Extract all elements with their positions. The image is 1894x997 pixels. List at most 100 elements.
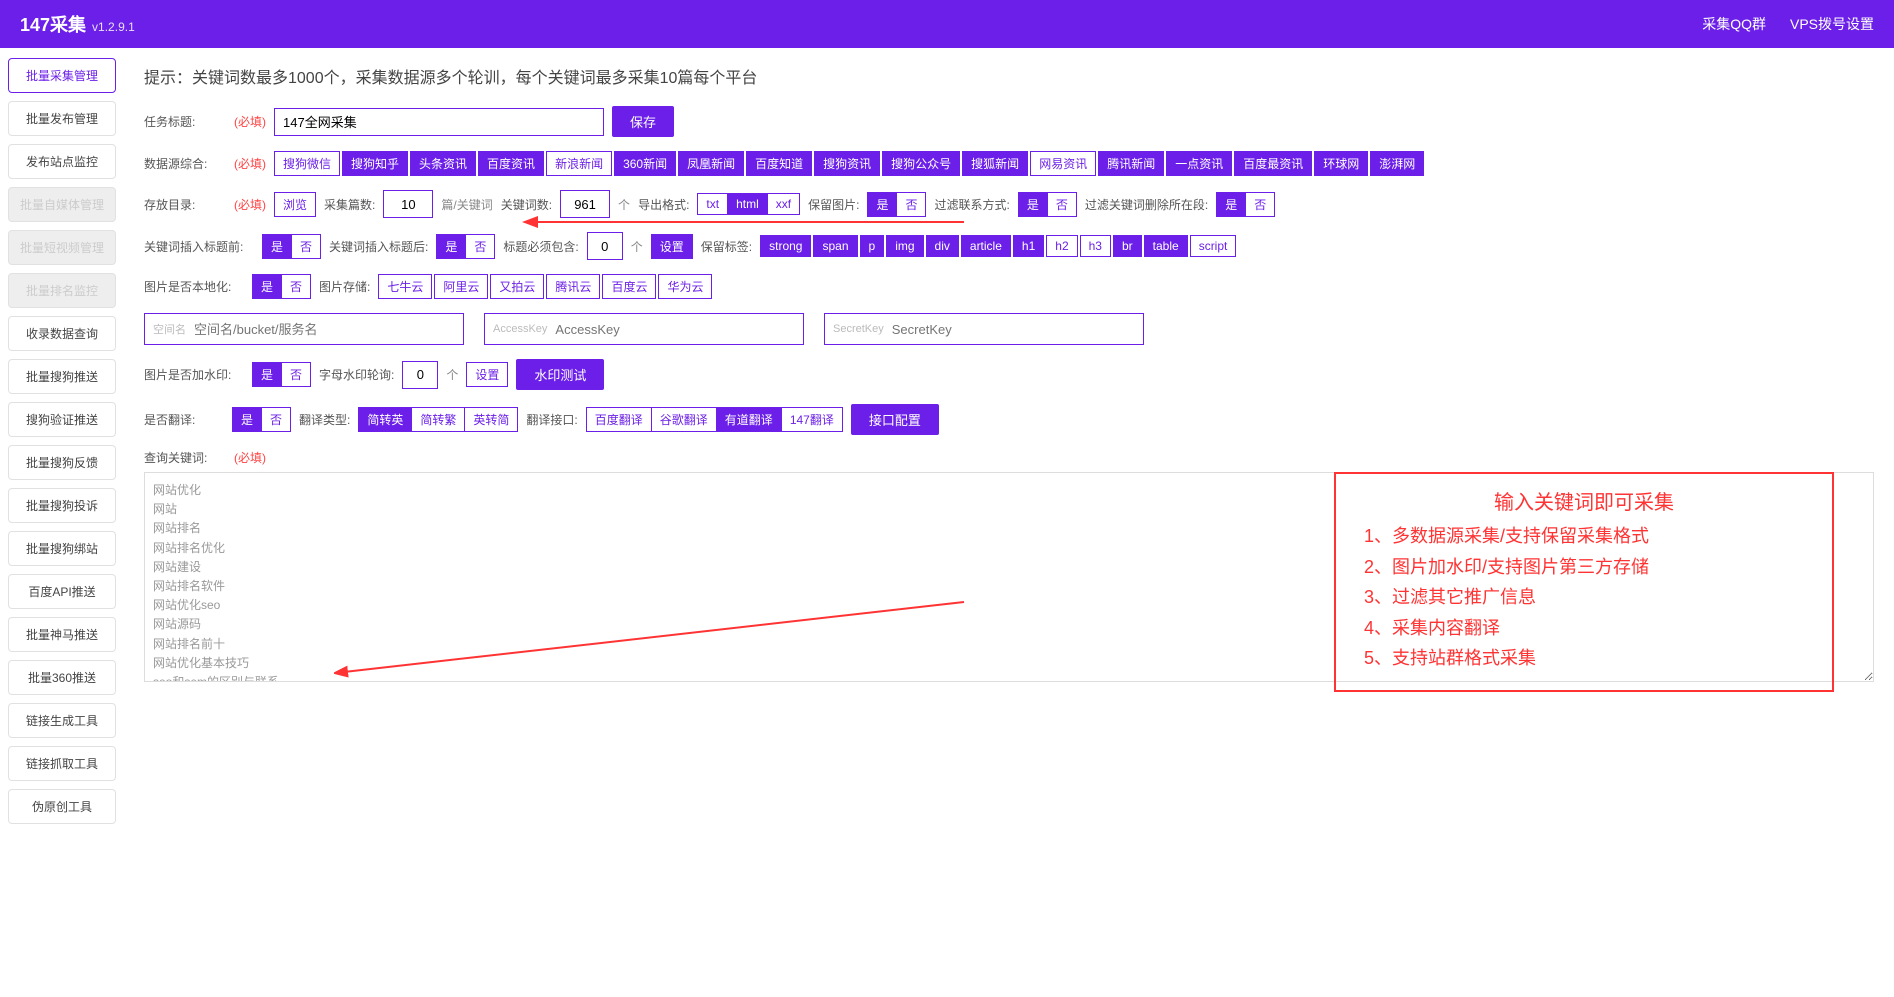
translate-api-opt-1[interactable]: 谷歌翻译 bbox=[651, 407, 716, 432]
source-tag-7[interactable]: 百度知道 bbox=[746, 151, 812, 176]
cloud-opt-2[interactable]: 又拍云 bbox=[490, 274, 544, 299]
main-panel: 提示：关键词数最多1000个，采集数据源多个轮训，每个关键词最多采集10篇每个平… bbox=[124, 48, 1894, 834]
source-tag-6[interactable]: 凤凰新闻 bbox=[678, 151, 744, 176]
sidebar-item-9[interactable]: 批量搜狗反馈 bbox=[8, 445, 116, 480]
keep-img-opt-0[interactable]: 是 bbox=[867, 192, 896, 217]
source-tag-11[interactable]: 网易资讯 bbox=[1030, 151, 1096, 176]
sidebar-item-16[interactable]: 链接抓取工具 bbox=[8, 746, 116, 781]
sidebar-item-13[interactable]: 批量神马推送 bbox=[8, 617, 116, 652]
sidebar-item-2[interactable]: 发布站点监控 bbox=[8, 144, 116, 179]
html-tag-opt-0[interactable]: strong bbox=[760, 235, 811, 257]
html-tag-opt-9[interactable]: br bbox=[1113, 235, 1142, 257]
sidebar-item-12[interactable]: 百度API推送 bbox=[8, 574, 116, 609]
html-tag-opt-7[interactable]: h2 bbox=[1046, 235, 1077, 257]
tags-label: 保留标签: bbox=[701, 238, 752, 255]
count-input[interactable] bbox=[383, 190, 433, 218]
sk-input[interactable] bbox=[892, 322, 1135, 337]
save-button[interactable]: 保存 bbox=[612, 106, 674, 137]
keep-img-opt-1[interactable]: 否 bbox=[896, 192, 926, 217]
translate-api-opt-3[interactable]: 147翻译 bbox=[781, 407, 843, 432]
translate-type-opt-2[interactable]: 英转简 bbox=[464, 407, 518, 432]
source-tag-2[interactable]: 头条资讯 bbox=[410, 151, 476, 176]
img-local-opt-0[interactable]: 是 bbox=[252, 274, 281, 299]
sidebar-item-17[interactable]: 伪原创工具 bbox=[8, 789, 116, 824]
translate-api-opt-0[interactable]: 百度翻译 bbox=[586, 407, 651, 432]
html-tags-group: strongspanpimgdivarticleh1h2h3brtablescr… bbox=[760, 235, 1236, 257]
watermark-opt-0[interactable]: 是 bbox=[252, 362, 281, 387]
sidebar-item-10[interactable]: 批量搜狗投诉 bbox=[8, 488, 116, 523]
translate-api-label: 翻译接口: bbox=[526, 411, 577, 428]
kw-before-opt-0[interactable]: 是 bbox=[262, 234, 291, 259]
must-input[interactable] bbox=[587, 232, 623, 260]
cloud-opt-0[interactable]: 七牛云 bbox=[378, 274, 432, 299]
html-tag-opt-5[interactable]: article bbox=[961, 235, 1011, 257]
html-tag-opt-6[interactable]: h1 bbox=[1013, 235, 1044, 257]
html-tag-opt-11[interactable]: script bbox=[1190, 235, 1237, 257]
kw-after-opt-0[interactable]: 是 bbox=[436, 234, 465, 259]
source-tag-14[interactable]: 百度最资讯 bbox=[1234, 151, 1312, 176]
translate-opt-0[interactable]: 是 bbox=[232, 407, 261, 432]
cloud-opt-5[interactable]: 华为云 bbox=[658, 274, 712, 299]
filter-contact-opt-0[interactable]: 是 bbox=[1018, 192, 1047, 217]
sidebar-item-15[interactable]: 链接生成工具 bbox=[8, 703, 116, 738]
source-tag-1[interactable]: 搜狗知乎 bbox=[342, 151, 408, 176]
must-set-button[interactable]: 设置 bbox=[651, 234, 693, 259]
fmt-opt-2[interactable]: xxf bbox=[767, 193, 800, 215]
kw-count-input[interactable] bbox=[560, 190, 610, 218]
filter-del-opt-0[interactable]: 是 bbox=[1216, 192, 1245, 217]
translate-type-opt-1[interactable]: 简转繁 bbox=[411, 407, 464, 432]
sidebar-item-1[interactable]: 批量发布管理 bbox=[8, 101, 116, 136]
filter-del-opt-1[interactable]: 否 bbox=[1245, 192, 1275, 217]
watermark-test-button[interactable]: 水印测试 bbox=[516, 359, 604, 390]
translate-opt-1[interactable]: 否 bbox=[261, 407, 291, 432]
sidebar-item-14[interactable]: 批量360推送 bbox=[8, 660, 116, 695]
space-input[interactable] bbox=[194, 322, 455, 337]
source-tag-9[interactable]: 搜狗公众号 bbox=[882, 151, 960, 176]
html-tag-opt-8[interactable]: h3 bbox=[1080, 235, 1111, 257]
translate-api-segment: 百度翻译谷歌翻译有道翻译147翻译 bbox=[586, 407, 843, 432]
api-config-button[interactable]: 接口配置 bbox=[851, 404, 939, 435]
translate-type-opt-0[interactable]: 简转英 bbox=[358, 407, 411, 432]
sidebar-item-6[interactable]: 收录数据查询 bbox=[8, 316, 116, 351]
kw-after-opt-1[interactable]: 否 bbox=[465, 234, 495, 259]
html-tag-opt-4[interactable]: div bbox=[926, 235, 959, 257]
source-tag-8[interactable]: 搜狗资讯 bbox=[814, 151, 880, 176]
cloud-opt-3[interactable]: 腾讯云 bbox=[546, 274, 600, 299]
source-tag-15[interactable]: 环球网 bbox=[1314, 151, 1368, 176]
browse-button[interactable]: 浏览 bbox=[274, 192, 316, 217]
fmt-opt-1[interactable]: html bbox=[727, 193, 767, 215]
kw-before-opt-1[interactable]: 否 bbox=[291, 234, 321, 259]
source-tag-3[interactable]: 百度资讯 bbox=[478, 151, 544, 176]
sidebar-item-8[interactable]: 搜狗验证推送 bbox=[8, 402, 116, 437]
keep-img-segment: 是否 bbox=[867, 192, 926, 217]
img-local-opt-1[interactable]: 否 bbox=[281, 274, 311, 299]
alpha-input[interactable] bbox=[402, 361, 438, 389]
html-tag-opt-10[interactable]: table bbox=[1144, 235, 1188, 257]
source-tag-16[interactable]: 澎湃网 bbox=[1370, 151, 1424, 176]
source-tag-12[interactable]: 腾讯新闻 bbox=[1098, 151, 1164, 176]
filter-del-segment: 是否 bbox=[1216, 192, 1275, 217]
cloud-opt-4[interactable]: 百度云 bbox=[602, 274, 656, 299]
header-link-vps[interactable]: VPS拨号设置 bbox=[1790, 14, 1874, 34]
source-tag-13[interactable]: 一点资讯 bbox=[1166, 151, 1232, 176]
cloud-opt-1[interactable]: 阿里云 bbox=[434, 274, 488, 299]
watermark-opt-1[interactable]: 否 bbox=[281, 362, 311, 387]
task-title-input[interactable] bbox=[274, 108, 604, 136]
source-tag-4[interactable]: 新浪新闻 bbox=[546, 151, 612, 176]
ak-input[interactable] bbox=[555, 322, 795, 337]
filter-contact-opt-1[interactable]: 否 bbox=[1047, 192, 1077, 217]
html-tag-opt-2[interactable]: p bbox=[860, 235, 885, 257]
sidebar-item-0[interactable]: 批量采集管理 bbox=[8, 58, 116, 93]
sidebar-item-7[interactable]: 批量搜狗推送 bbox=[8, 359, 116, 394]
alpha-set-button[interactable]: 设置 bbox=[466, 362, 508, 387]
source-tag-5[interactable]: 360新闻 bbox=[614, 151, 676, 176]
sidebar-item-11[interactable]: 批量搜狗绑站 bbox=[8, 531, 116, 566]
header-link-qq[interactable]: 采集QQ群 bbox=[1702, 14, 1766, 34]
html-tag-opt-3[interactable]: img bbox=[886, 235, 923, 257]
fmt-opt-0[interactable]: txt bbox=[697, 193, 727, 215]
translate-api-opt-2[interactable]: 有道翻译 bbox=[716, 407, 781, 432]
annotation-box: 输入关键词即可采集 1、多数据源采集/支持保留采集格式 2、图片加水印/支持图片… bbox=[1334, 472, 1834, 692]
html-tag-opt-1[interactable]: span bbox=[813, 235, 857, 257]
source-tag-10[interactable]: 搜狐新闻 bbox=[962, 151, 1028, 176]
source-tag-0[interactable]: 搜狗微信 bbox=[274, 151, 340, 176]
